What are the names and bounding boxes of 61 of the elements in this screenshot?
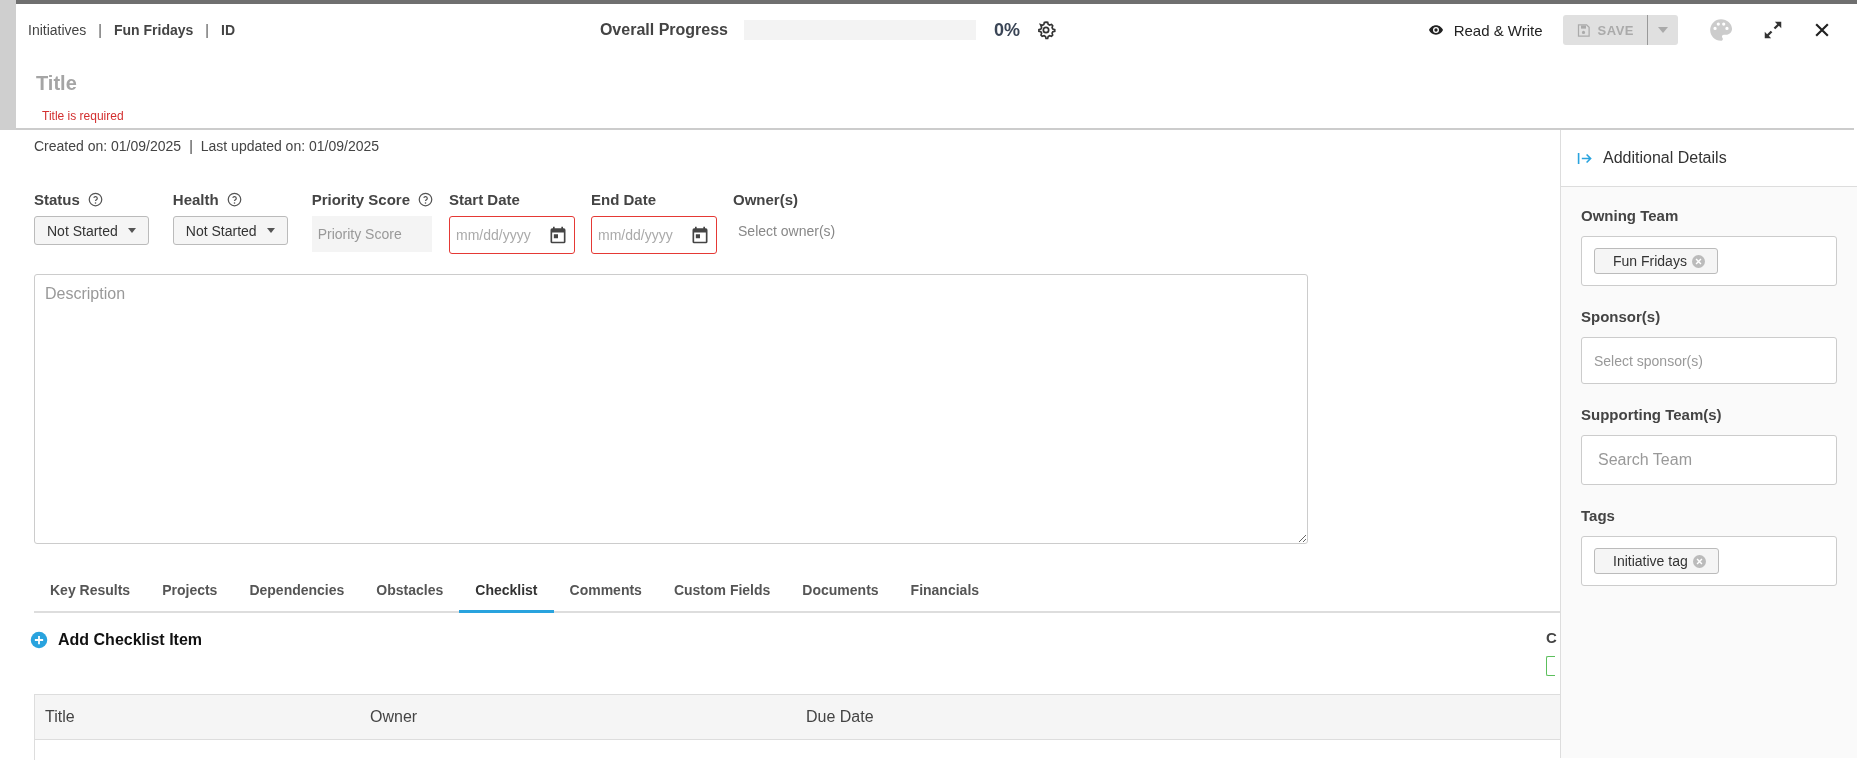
calendar-icon[interactable]: [690, 225, 711, 245]
help-icon[interactable]: [87, 191, 103, 207]
field-label: Health: [172, 190, 219, 208]
settings-icon[interactable]: [1036, 20, 1056, 40]
help-icon[interactable]: [418, 191, 434, 207]
field-label: Tags: [1581, 507, 1616, 524]
progress-reading: 0%: [994, 19, 1020, 41]
caret-icon: [266, 228, 275, 233]
save-icon: [1575, 22, 1591, 38]
breadcrumb-item: Fun Fridays: [114, 22, 194, 38]
created-date: Created on: 01/09/2025: [34, 138, 182, 154]
tab[interactable]: Custom Fields: [657, 572, 787, 613]
plus-icon: [30, 631, 48, 649]
breadcrumb-separator: |: [205, 22, 209, 38]
tab[interactable]: Checklist: [459, 572, 554, 613]
field-label: Supporting Team(s): [1581, 406, 1723, 423]
search-field[interactable]: Search Team: [1581, 435, 1837, 485]
chip: Initiative tag: [1594, 548, 1719, 574]
toggle-field[interactable]: [1546, 656, 1555, 676]
meta-separator: |: [189, 138, 193, 154]
description-field[interactable]: Description: [34, 274, 1308, 544]
tab[interactable]: Projects: [146, 572, 234, 613]
tab[interactable]: Dependencies: [233, 572, 361, 613]
field-label: Sponsor(s): [1581, 308, 1662, 325]
tab[interactable]: Financials: [894, 572, 996, 613]
field-label: Priority Score: [311, 190, 411, 208]
status-dropdown[interactable]: Not Started: [34, 216, 149, 245]
help-icon[interactable]: [226, 191, 242, 207]
progress-label: Overall Progress: [598, 21, 728, 39]
collapse-panel-icon[interactable]: [1577, 151, 1593, 165]
field-label: End Date: [591, 190, 657, 208]
tab[interactable]: Obstacles: [360, 572, 460, 613]
section-heading: C: [1546, 629, 1558, 646]
error-message: Title is required: [41, 108, 125, 123]
panel-title: Additional Details: [1603, 149, 1727, 167]
caret-icon: [1658, 27, 1668, 33]
field-label: Owning Team: [1581, 207, 1680, 224]
caret-icon: [127, 228, 136, 233]
tab[interactable]: Documents: [786, 572, 895, 613]
priority-score-field[interactable]: Priority Score: [311, 216, 432, 252]
column-header: Owner: [370, 708, 419, 726]
add-checklist-item-button[interactable]: Add Checklist Item: [30, 631, 203, 649]
calendar-icon[interactable]: [548, 225, 569, 245]
breadcrumb-item[interactable]: Initiatives: [28, 22, 87, 38]
column-header: Title: [44, 708, 76, 726]
tab[interactable]: Key Results: [34, 572, 147, 613]
breadcrumb-separator: |: [98, 22, 102, 38]
chip-field[interactable]: Fun Fridays: [1581, 236, 1837, 286]
field-label: Owner(s): [733, 190, 799, 208]
status-dropdown[interactable]: Not Started: [172, 216, 288, 245]
expand-icon[interactable]: [1762, 19, 1784, 41]
access-mode-toggle[interactable]: Read & Write: [1425, 21, 1543, 39]
chip-field[interactable]: Initiative tag: [1581, 536, 1837, 586]
tab[interactable]: Comments: [553, 572, 658, 613]
sponsor-field[interactable]: Select sponsor(s): [1581, 337, 1837, 384]
field-label: Start Date: [449, 190, 520, 208]
field-label: Status: [34, 190, 80, 208]
breadcrumb-item: ID: [221, 22, 235, 38]
updated-date: Last updated on: 01/09/2025: [200, 138, 380, 154]
column-header: Due Date: [806, 708, 874, 726]
chip: Fun Fridays: [1594, 248, 1718, 274]
